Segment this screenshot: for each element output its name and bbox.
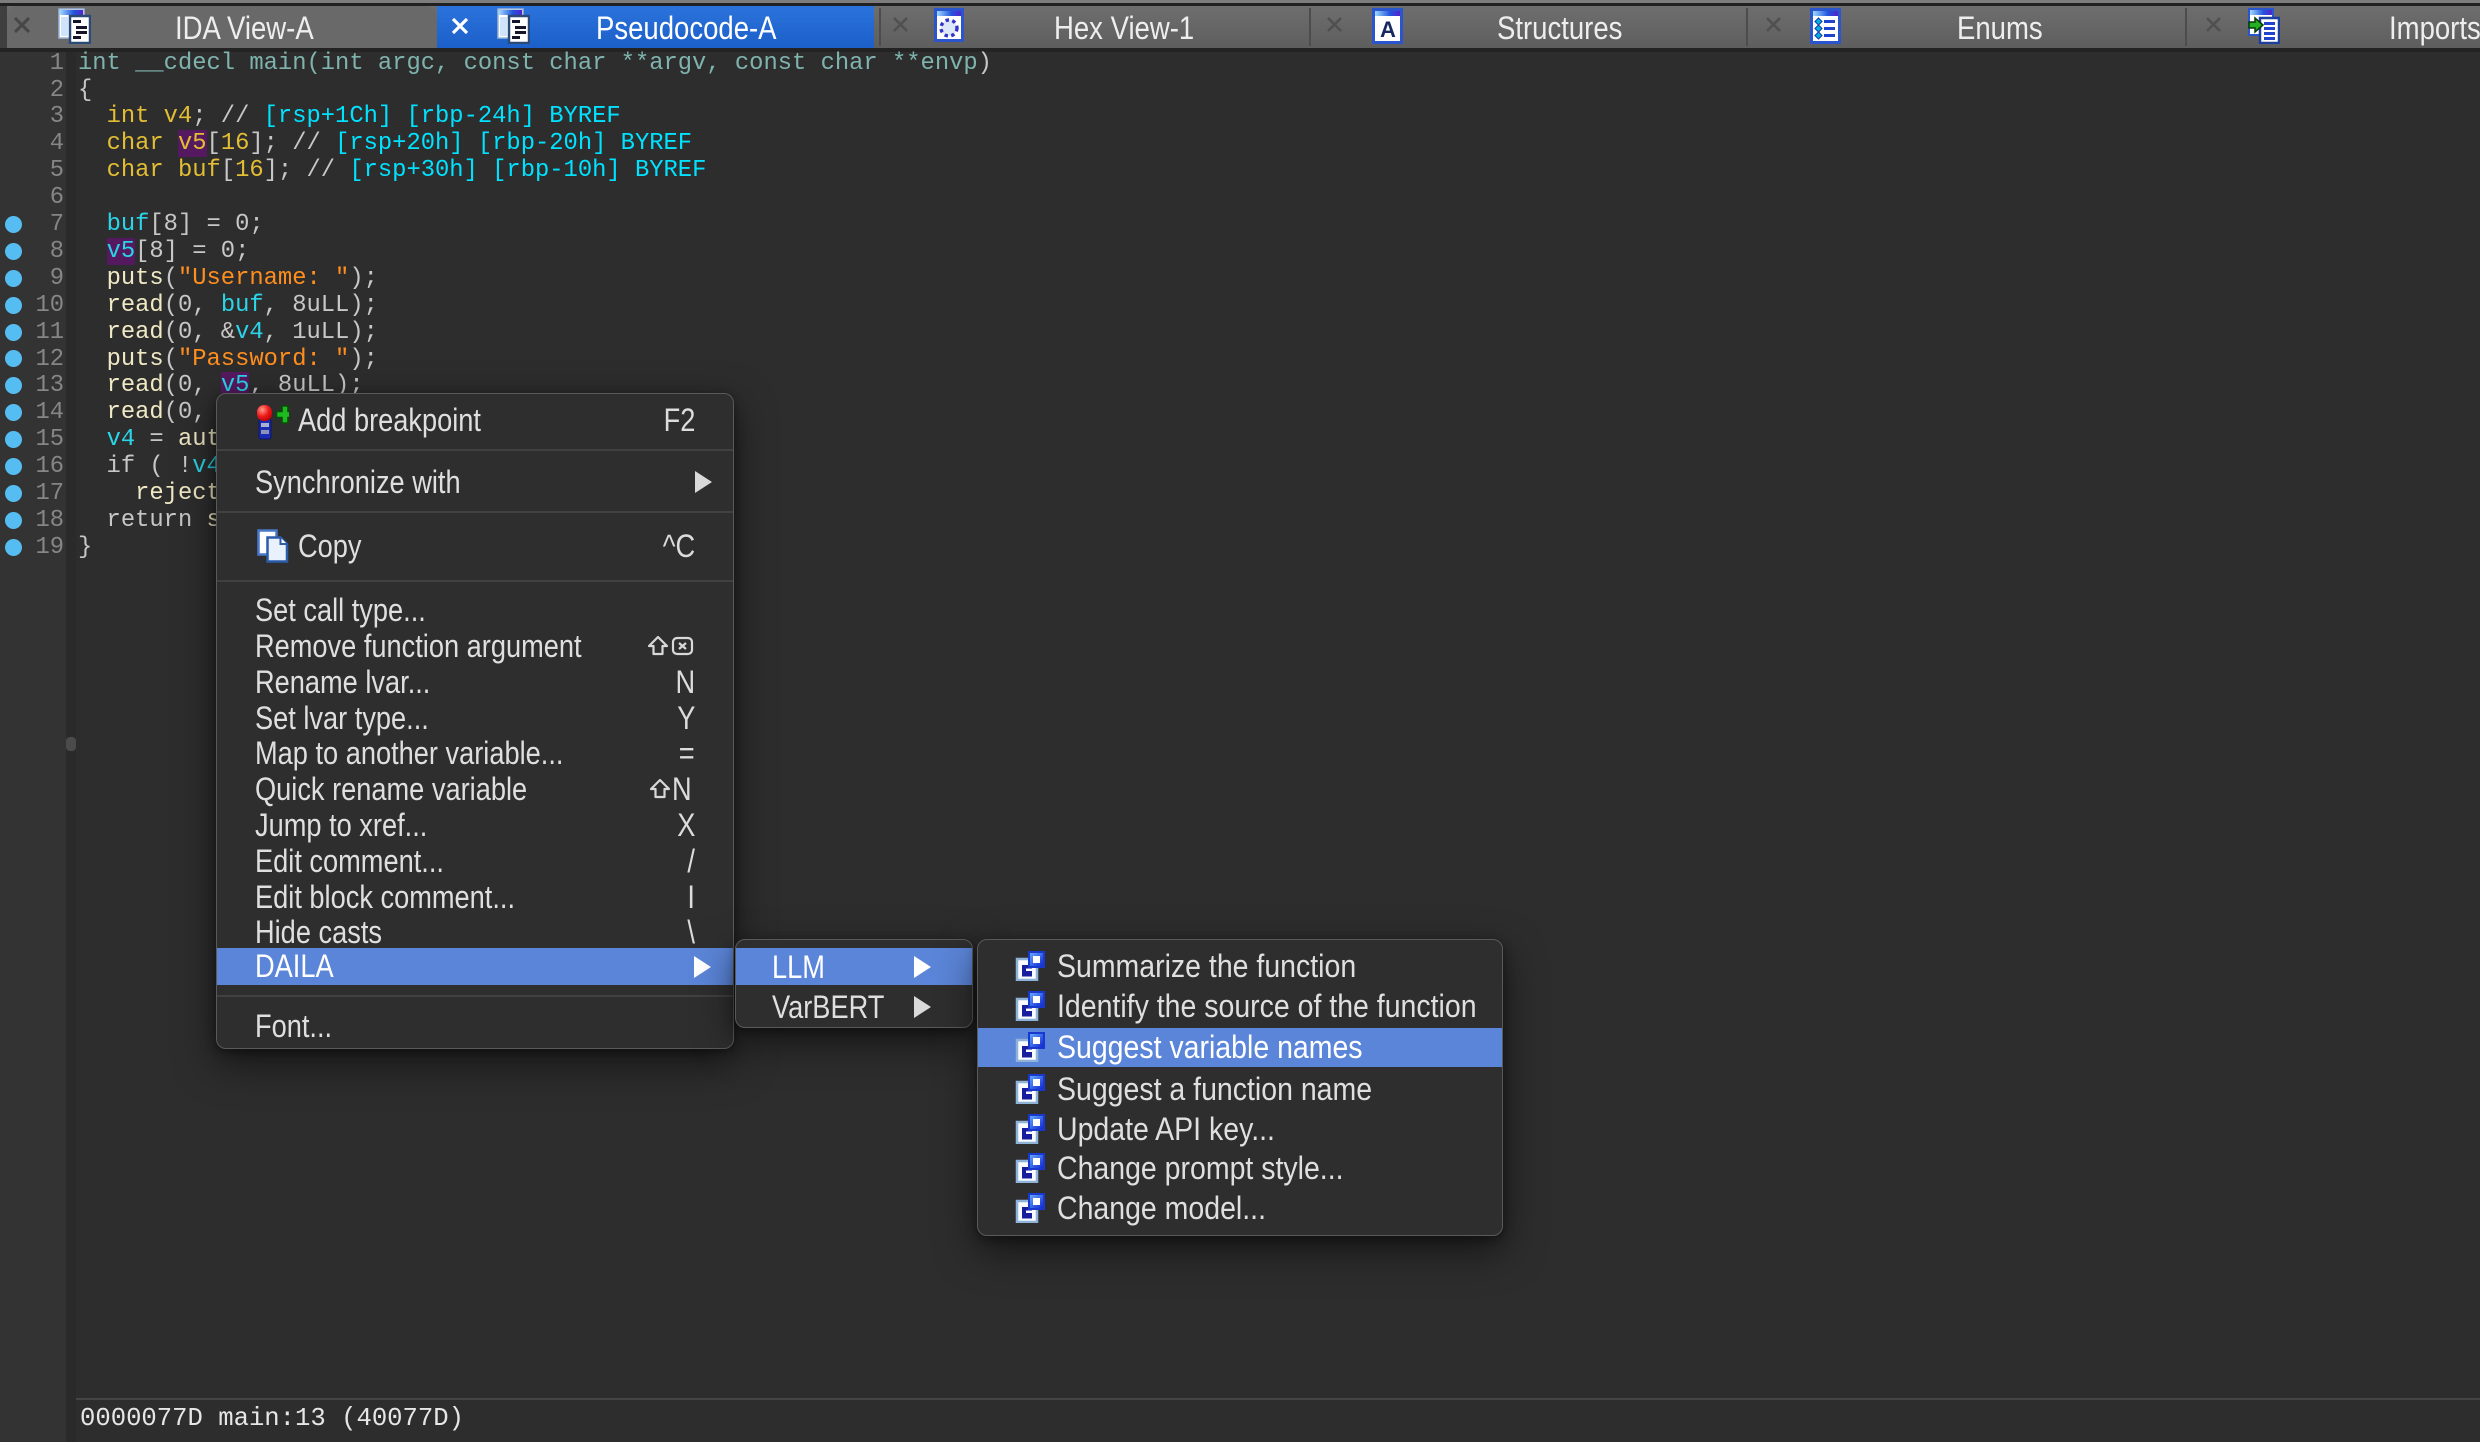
svg-text:A: A: [1380, 17, 1396, 42]
